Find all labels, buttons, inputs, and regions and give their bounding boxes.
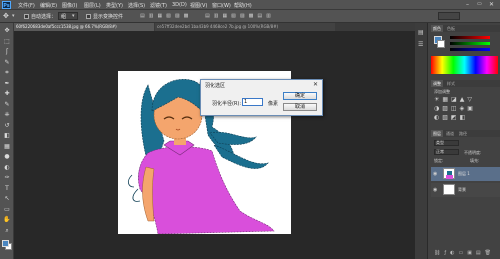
show-transform-checkbox[interactable] xyxy=(86,14,91,19)
dodge-icon[interactable]: ◐ xyxy=(3,164,11,171)
menu-layer[interactable]: 图层(L) xyxy=(84,2,101,9)
ok-button[interactable]: 确定 xyxy=(283,92,317,100)
tab-color[interactable]: 颜色 xyxy=(431,25,443,32)
path-select-icon[interactable]: ↖ xyxy=(3,195,11,202)
auto-select-checkbox[interactable] xyxy=(24,14,29,19)
type-icon[interactable]: T xyxy=(3,185,11,192)
maximize-icon[interactable]: ▭ xyxy=(477,1,482,7)
menu-filter[interactable]: 滤镜(T) xyxy=(150,2,167,9)
adjustment-icons-row-2[interactable]: ◑▨◫◈▣ xyxy=(434,105,476,112)
eye-icon[interactable]: ◉ xyxy=(433,171,437,177)
eyedropper-icon[interactable]: ✒ xyxy=(3,80,11,87)
menu-3d[interactable]: 3D(D) xyxy=(172,2,187,8)
menu-image[interactable]: 图像(I) xyxy=(62,2,77,9)
color-spectrum[interactable] xyxy=(431,56,498,74)
history-brush-icon[interactable]: ↺ xyxy=(3,122,11,129)
tab-swatches[interactable]: 色板 xyxy=(445,25,457,32)
tab-paths[interactable]: 路径 xyxy=(457,130,469,137)
tab-document-2[interactable]: ce57ff32dee2bd 1ba43b9 4468ce2 7b.jpg @ … xyxy=(155,23,335,31)
eraser-icon[interactable]: ◧ xyxy=(3,132,11,139)
tab-channels[interactable]: 通道 xyxy=(444,130,456,137)
blend-mode-dropdown[interactable]: 正常 xyxy=(434,149,459,155)
eye-icon[interactable]: ◉ xyxy=(433,187,437,193)
feather-radius-label: 羽化半径(R): xyxy=(212,101,242,107)
menu-edit[interactable]: 编辑(E) xyxy=(40,2,57,9)
workspace-dropdown[interactable] xyxy=(438,12,460,20)
healing-icon[interactable]: ✚ xyxy=(3,90,11,97)
marquee-icon[interactable]: ⬚ xyxy=(3,38,11,45)
layer-row[interactable]: ◉ 图层 1 xyxy=(431,167,500,181)
chevron-down-icon: ▾ xyxy=(72,13,75,19)
layer-name: 图层 1 xyxy=(458,171,470,176)
feather-unit-label: 像素 xyxy=(268,101,279,107)
zoom-icon[interactable]: ⌕ xyxy=(3,227,11,234)
quick-select-icon[interactable]: ✎ xyxy=(3,59,11,66)
menu-select[interactable]: 选择(S) xyxy=(128,2,145,9)
adjustment-icons-row-1[interactable]: ☀▦◪▲▽ xyxy=(434,96,475,103)
menu-type[interactable]: 类型(Y) xyxy=(106,2,123,9)
foreground-color-swatch[interactable] xyxy=(2,240,9,247)
toolbar: ✥ ⬚ ʃ ✎ ⌗ ✒ ✚ ✎ ⎈ ↺ ◧ ▦ ● ◐ ✑ T ↖ ▭ ✋ ⌕ xyxy=(0,23,14,259)
stamp-icon[interactable]: ⎈ xyxy=(3,111,11,118)
hand-icon[interactable]: ✋ xyxy=(3,216,11,223)
brush-icon[interactable]: ✎ xyxy=(3,101,11,108)
color-panel-tabs: 颜色 色板 xyxy=(431,25,500,32)
tab-document-1[interactable]: 60f6220683de0af5ccc1538.jpg @ 66.7%(RGB/… xyxy=(14,23,154,31)
shape-icon[interactable]: ▭ xyxy=(3,206,11,213)
move-tool-icon[interactable]: ✥ xyxy=(3,12,9,20)
properties-icon[interactable]: ☰ xyxy=(418,41,423,48)
lock-label: 锁定: xyxy=(434,158,444,163)
layer-filter-dropdown[interactable]: 类型 xyxy=(434,140,459,146)
adjustment-icons-row-3[interactable]: ◐▧◩◧ xyxy=(434,114,468,121)
feather-radius-input[interactable]: 1 xyxy=(242,98,263,106)
layer-name: 背景 xyxy=(458,187,466,192)
tab-adjustments[interactable]: 调整 xyxy=(431,80,443,87)
menu-bar: Ps 文件(F) 编辑(E) 图像(I) 图层(L) 类型(Y) 选择(S) 滤… xyxy=(0,0,500,10)
auto-select-label: 自动选择： xyxy=(31,14,57,20)
menu-window[interactable]: 窗口(W) xyxy=(212,2,231,9)
layer-actions[interactable]: ⛓ƒ◐▭▣▤🗑 xyxy=(434,250,495,256)
blue-slider[interactable] xyxy=(450,48,490,51)
auto-select-value: 组 xyxy=(61,14,67,20)
menu-file[interactable]: 文件(F) xyxy=(18,2,35,9)
blur-icon[interactable]: ● xyxy=(3,153,11,160)
menu-view[interactable]: 视图(V) xyxy=(190,2,207,9)
adjust-title: 添加调整 xyxy=(434,89,450,94)
move-icon[interactable]: ✥ xyxy=(3,27,11,34)
tab-styles[interactable]: 样式 xyxy=(445,80,457,87)
ps-logo: Ps xyxy=(2,1,11,9)
pen-icon[interactable]: ✑ xyxy=(3,174,11,181)
dialog-title: 羽化选区 xyxy=(205,83,226,89)
close-icon[interactable]: ✕ xyxy=(489,1,494,8)
color-bg-preview[interactable] xyxy=(437,40,445,48)
fill-label: 填充: xyxy=(470,158,480,163)
adjustments-panel-tabs: 调整 样式 xyxy=(431,80,500,87)
auto-select-dropdown[interactable]: 组 ▾ xyxy=(58,12,78,20)
lasso-icon[interactable]: ʃ xyxy=(3,48,11,55)
layer-thumbnail xyxy=(443,184,455,195)
menu-help[interactable]: 帮助(H) xyxy=(234,2,252,9)
layer-row[interactable]: ◉ 背景 xyxy=(431,183,500,197)
cancel-button[interactable]: 取消 xyxy=(283,103,317,111)
distribute-buttons[interactable]: ▤▥▦▧▨▩▤▥ xyxy=(205,13,325,20)
gradient-icon[interactable]: ▦ xyxy=(3,143,11,150)
history-icon[interactable]: ▤ xyxy=(418,29,424,36)
photoshop-window: Ps 文件(F) 编辑(E) 图像(I) 图层(L) 类型(Y) 选择(S) 滤… xyxy=(0,0,500,259)
layers-panel-tabs: 图层 通道 路径 xyxy=(431,130,500,137)
red-slider[interactable] xyxy=(450,36,490,39)
panel-icon-strip: ▤ ☰ xyxy=(415,23,428,259)
document-tabs: 60f6220683de0af5ccc1538.jpg @ 66.7%(RGB/… xyxy=(14,23,415,31)
dialog-close-button[interactable]: ✕ xyxy=(309,81,322,88)
opacity-label: 不透明度: xyxy=(464,150,482,155)
minimize-icon[interactable]: – xyxy=(466,1,469,8)
tab-layers[interactable]: 图层 xyxy=(431,130,443,137)
show-transform-label: 显示变换控件 xyxy=(93,14,124,20)
chevron-down-icon[interactable]: ▾ xyxy=(12,13,15,19)
green-slider[interactable] xyxy=(450,42,490,45)
options-bar: ✥ ▾ 自动选择： 组 ▾ 显示变换控件 ▤▥▦▧▨▩ ▤▥▦▧▨▩▤▥ xyxy=(0,10,500,23)
layer-thumbnail xyxy=(443,168,455,179)
crop-icon[interactable]: ⌗ xyxy=(3,69,11,76)
